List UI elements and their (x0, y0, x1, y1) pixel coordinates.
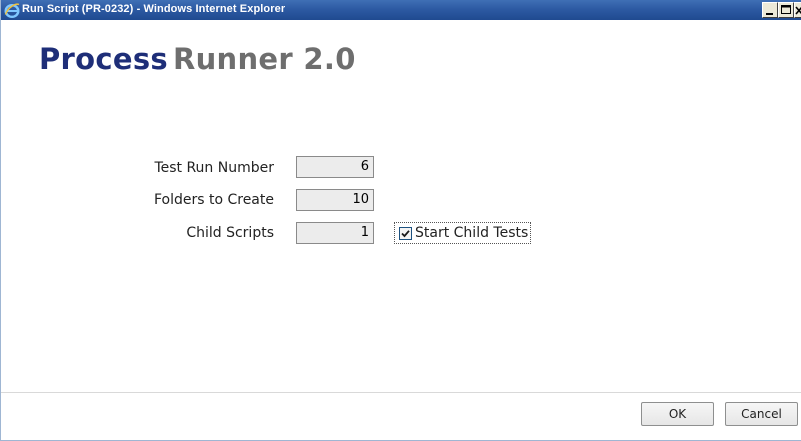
minimize-icon (766, 13, 773, 15)
cancel-button[interactable]: Cancel (725, 402, 798, 426)
maximize-icon (781, 5, 791, 14)
start-child-tests-label: Start Child Tests (415, 225, 529, 241)
maximize-button[interactable] (778, 2, 794, 18)
child-scripts-field[interactable]: 1 (296, 222, 374, 244)
checkbox-box[interactable] (399, 226, 412, 240)
internet-explorer-icon (4, 2, 20, 19)
logo-part-runner: Runner 2.0 (172, 42, 356, 76)
test-run-number-field[interactable]: 6 (296, 156, 374, 178)
test-run-number-label: Test Run Number (154, 160, 274, 176)
child-scripts-label: Child Scripts (186, 225, 274, 241)
title-bar[interactable]: Run Script (PR-0232) - Windows Internet … (1, 0, 801, 20)
ok-button[interactable]: OK (641, 402, 714, 426)
minimize-button[interactable] (762, 2, 778, 18)
logo-part-process: Process (39, 42, 168, 76)
dialog-window: Run Script (PR-0232) - Windows Internet … (0, 0, 801, 441)
start-child-tests-checkbox[interactable]: Start Child Tests (394, 222, 532, 244)
close-icon (795, 6, 801, 15)
window-title: Run Script (PR-0232) - Windows Internet … (22, 3, 286, 15)
folders-to-create-field[interactable]: 10 (296, 189, 374, 211)
footer-separator (1, 392, 801, 393)
close-button[interactable] (794, 2, 801, 18)
checkmark-icon (401, 229, 410, 237)
app-logo: Process Runner 2.0 (39, 42, 356, 76)
folders-to-create-label: Folders to Create (153, 192, 274, 208)
